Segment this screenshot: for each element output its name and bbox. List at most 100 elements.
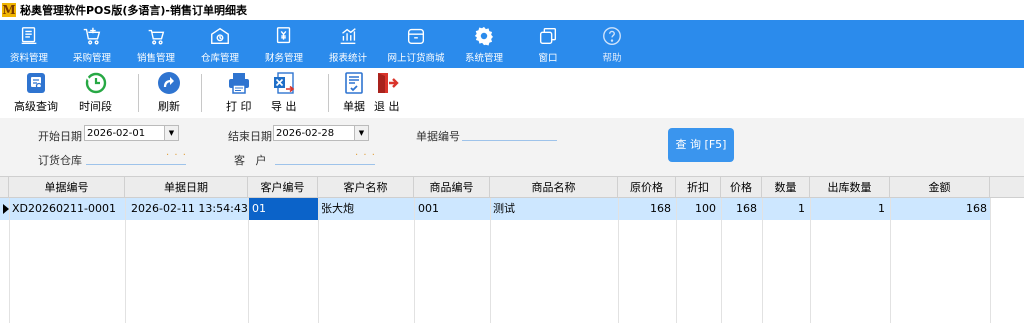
column-header[interactable]: 商品名称 [490, 177, 618, 198]
exit-door-icon [377, 73, 399, 93]
cell-doc-no[interactable]: XD20260211-0001 [9, 198, 125, 220]
chevron-down-icon[interactable]: ▼ [354, 126, 368, 140]
column-header[interactable]: 客户名称 [318, 177, 414, 198]
table-row[interactable]: XD20260211-0001 2026-02-11 13:54:43 01 张… [0, 198, 990, 220]
customer-label: 客 户 [234, 154, 267, 167]
row-selector-header [0, 177, 9, 198]
grid-line [490, 198, 491, 323]
document-button[interactable]: 单据 [342, 71, 366, 115]
shop-icon [407, 28, 425, 45]
menu-label: 财务管理 [264, 53, 303, 64]
menu-item-warehouse[interactable]: 仓库管理 [192, 20, 248, 68]
customer-browse-button[interactable]: · · · [355, 150, 376, 161]
gear-icon [474, 26, 493, 46]
time-period-button[interactable]: 时间段 [79, 71, 112, 115]
filter-panel: 开始日期 2026-02-01 ▼ 结束日期 2026-02-28 ▼ 单据编号… [0, 118, 1024, 176]
cell-discount[interactable]: 100 [676, 198, 719, 220]
menu-label: 网上订货商城 [387, 53, 445, 64]
doc-no-input[interactable] [462, 126, 557, 141]
column-header[interactable]: 原价格 [618, 177, 676, 198]
toolbar: 高级查询 时间段 刷新 打 印 导 出 单据 退 出 [0, 68, 1024, 118]
cell-product-name[interactable]: 测试 [490, 198, 618, 220]
menu-item-purchase[interactable]: 采购管理 [64, 20, 120, 68]
chevron-down-icon[interactable]: ▼ [164, 126, 178, 140]
menu-label: 采购管理 [72, 53, 111, 64]
column-header[interactable]: 折扣 [676, 177, 721, 198]
cell-customer-no[interactable]: 01 [249, 198, 318, 220]
cell-product-no[interactable]: 001 [414, 198, 490, 220]
start-date-picker[interactable]: 2026-02-01 ▼ [84, 125, 179, 141]
cell-price[interactable]: 168 [721, 198, 760, 220]
start-date-label: 开始日期 [38, 130, 82, 143]
column-header[interactable]: 出库数量 [810, 177, 890, 198]
clock-icon [85, 72, 106, 94]
table-header: 单据编号 单据日期 客户编号 客户名称 商品编号 商品名称 原价格 折扣 价格 … [0, 176, 1024, 198]
cell-original-price[interactable]: 168 [618, 198, 674, 220]
export-button[interactable]: 导 出 [271, 71, 297, 115]
grid-line [890, 198, 891, 323]
toolbar-separator [328, 74, 329, 112]
chart-icon [340, 28, 356, 45]
grid-line [414, 198, 415, 323]
menu-item-help[interactable]: 帮助 [584, 20, 640, 68]
grid-line [990, 198, 991, 323]
grid-line [248, 198, 249, 323]
cell-outbound-quantity[interactable]: 1 [810, 198, 888, 220]
menu-item-window[interactable]: 窗口 [520, 20, 576, 68]
refresh-icon [158, 72, 180, 94]
search-button[interactable]: 查 询 [F5] [668, 128, 734, 162]
refresh-button[interactable]: 刷新 [157, 71, 181, 115]
column-header[interactable]: 价格 [721, 177, 762, 198]
document-check-icon [345, 72, 363, 94]
cell-amount[interactable]: 168 [890, 198, 990, 220]
main-menu-bar: 资料管理 采购管理 销售管理 仓库管理 财务管理 报表统计 网上订货商城 系统管… [0, 20, 1024, 68]
menu-item-system[interactable]: 系统管理 [456, 20, 512, 68]
column-header[interactable]: 数量 [762, 177, 810, 198]
advanced-search-button[interactable]: 高级查询 [14, 71, 58, 115]
menu-label: 资料管理 [9, 53, 48, 64]
grid-line [9, 198, 10, 323]
grid-line [318, 198, 319, 323]
help-icon [603, 27, 621, 45]
grid-line [721, 198, 722, 323]
print-label: 打 印 [226, 100, 252, 113]
sales-order-detail-table: 单据编号 单据日期 客户编号 客户名称 商品编号 商品名称 原价格 折扣 价格 … [0, 176, 1024, 323]
refresh-label: 刷新 [158, 100, 180, 113]
excel-export-icon [273, 72, 294, 94]
end-date-label: 结束日期 [228, 130, 272, 143]
cart-icon [83, 27, 101, 45]
app-logo: M [2, 3, 16, 17]
printer-icon [228, 73, 249, 94]
grid-line [676, 198, 677, 323]
menu-label: 系统管理 [464, 53, 503, 64]
menu-item-data-management[interactable]: 资料管理 [1, 20, 57, 68]
cell-customer-name[interactable]: 张大炮 [318, 198, 414, 220]
column-header[interactable]: 金额 [890, 177, 990, 198]
basket-icon [148, 29, 165, 45]
column-header[interactable]: 商品编号 [414, 177, 490, 198]
cell-doc-date[interactable]: 2026-02-11 13:54:43 [125, 198, 248, 220]
warehouse-browse-button[interactable]: · · · [166, 150, 187, 161]
column-header[interactable]: 客户编号 [248, 177, 318, 198]
menu-item-reports[interactable]: 报表统计 [320, 20, 376, 68]
menu-item-finance[interactable]: 财务管理 [256, 20, 312, 68]
print-button[interactable]: 打 印 [226, 71, 252, 115]
document-label: 单据 [343, 100, 365, 113]
cell-quantity[interactable]: 1 [762, 198, 808, 220]
column-header[interactable]: 单据编号 [9, 177, 125, 198]
time-period-label: 时间段 [79, 100, 112, 113]
end-date-value: 2026-02-28 [276, 128, 335, 139]
menu-label: 帮助 [602, 53, 622, 64]
warehouse-icon [211, 27, 229, 45]
menu-label: 报表统计 [328, 53, 367, 64]
menu-item-sales[interactable]: 销售管理 [128, 20, 184, 68]
exit-label: 退 出 [374, 100, 400, 113]
title-bar: M 秘奥管理软件POS版(多语言)-销售订单明细表 [0, 0, 1024, 20]
exit-button[interactable]: 退 出 [374, 71, 400, 115]
column-header[interactable]: 单据日期 [125, 177, 248, 198]
menu-label: 窗口 [538, 53, 558, 64]
menu-item-online-mall[interactable]: 网上订货商城 [384, 20, 448, 68]
grid-line [810, 198, 811, 323]
end-date-picker[interactable]: 2026-02-28 ▼ [273, 125, 369, 141]
document-icon [21, 27, 37, 45]
